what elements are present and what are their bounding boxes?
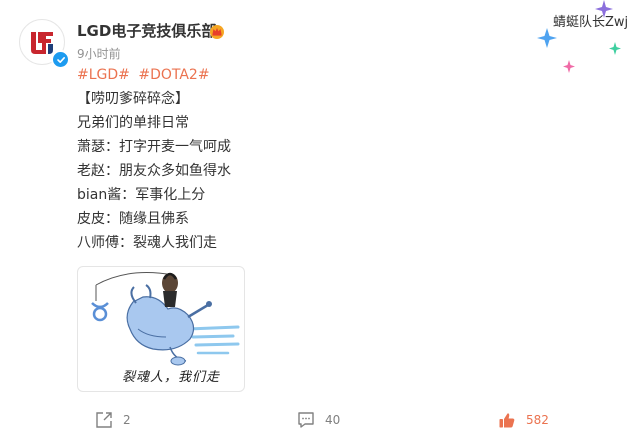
image-caption: 裂魂人，我们走 <box>122 370 221 385</box>
weibo-post-card: LGD电子竞技俱乐部 9小时前 蜻蜓队长Zwj #LGD# #DOTA2# 【唠… <box>0 0 637 441</box>
share-count: 2 <box>123 413 131 427</box>
post-text-line: 八师傅：裂魂人我们走 <box>77 235 217 251</box>
post-content: #LGD# #DOTA2# 【唠叨爹碎碎念】 兄弟们的单排日常 萧瑟：打字开麦一… <box>77 63 497 255</box>
post-text-line: 萧瑟：打字开麦一气呵成 <box>77 139 231 155</box>
topic-link[interactable]: #LGD# <box>77 67 130 83</box>
like-count: 582 <box>526 413 549 427</box>
post-text-line: 【唠叨爹碎碎念】 <box>77 91 189 107</box>
comment-icon <box>297 411 315 429</box>
comment-count: 40 <box>325 413 341 427</box>
post-text-line: 老赵：朋友众多如鱼得水 <box>77 163 231 179</box>
like-button[interactable]: 582 <box>498 405 549 435</box>
topic-list: #LGD# #DOTA2# <box>77 63 497 87</box>
comment-button[interactable]: 40 <box>297 405 340 435</box>
fan-badge-label[interactable]: 蜻蜓队长Zwj <box>553 14 628 32</box>
share-icon <box>95 411 113 429</box>
crown-icon <box>209 24 225 39</box>
post-image[interactable]: 裂魂人，我们走 <box>77 266 245 392</box>
post-actions: 2 40 582 <box>0 405 637 435</box>
verified-check-icon <box>51 50 70 69</box>
post-text-line: bian酱：军事化上分 <box>77 187 206 203</box>
thumbs-up-icon <box>498 411 516 429</box>
share-button[interactable]: 2 <box>95 405 131 435</box>
post-text-line: 兄弟们的单排日常 <box>77 115 189 131</box>
topic-link[interactable]: #DOTA2# <box>138 67 209 83</box>
post-text-line: 皮皮：随缘且佛系 <box>77 211 189 227</box>
post-timestamp[interactable]: 9小时前 <box>77 46 121 62</box>
author-name[interactable]: LGD电子竞技俱乐部 <box>77 21 216 41</box>
